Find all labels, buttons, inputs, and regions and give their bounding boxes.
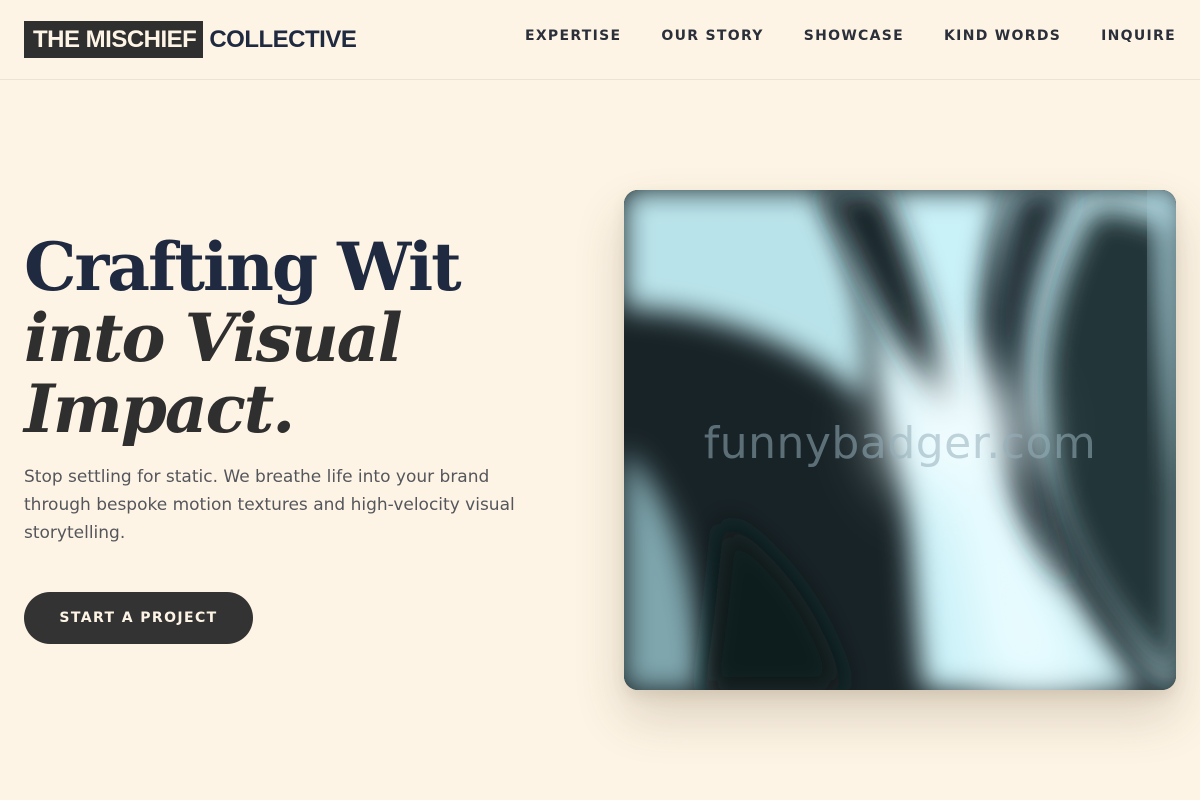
nav-link-our-story[interactable]: OUR STORY [661, 28, 763, 44]
nav-link-kind-words[interactable]: KIND WORDS [944, 28, 1061, 44]
abstract-motion-texture [624, 190, 1176, 690]
hero-title: Crafting Wit into Visual Impact. [24, 232, 544, 445]
nav-link-expertise[interactable]: EXPERTISE [525, 28, 621, 44]
site-header: THE MISCHIEF COLLECTIVE EXPERTISE OUR ST… [0, 0, 1200, 80]
hero-title-line-2: into Visual [24, 299, 403, 377]
logo-boxed-text: THE MISCHIEF [24, 21, 204, 58]
nav-link-showcase[interactable]: SHOWCASE [804, 28, 904, 44]
main-nav: EXPERTISE OUR STORY SHOWCASE KIND WORDS … [525, 28, 1176, 44]
hero-title-line-1: Crafting Wit [24, 228, 462, 306]
hero-subtitle: Stop settling for static. We breathe lif… [24, 467, 515, 543]
hero-title-line-3: Impact. [24, 370, 295, 448]
nav-link-inquire[interactable]: INQUIRE [1101, 28, 1176, 44]
logo-plain-text: COLLECTIVE [209, 26, 357, 53]
hero-visual-card: funnybadger.com [624, 190, 1176, 690]
hero-copy: Crafting Wit into Visual Impact. Stop se… [24, 232, 544, 547]
brand-logo[interactable]: THE MISCHIEF COLLECTIVE [24, 21, 357, 58]
start-project-button[interactable]: START A PROJECT [24, 592, 253, 644]
